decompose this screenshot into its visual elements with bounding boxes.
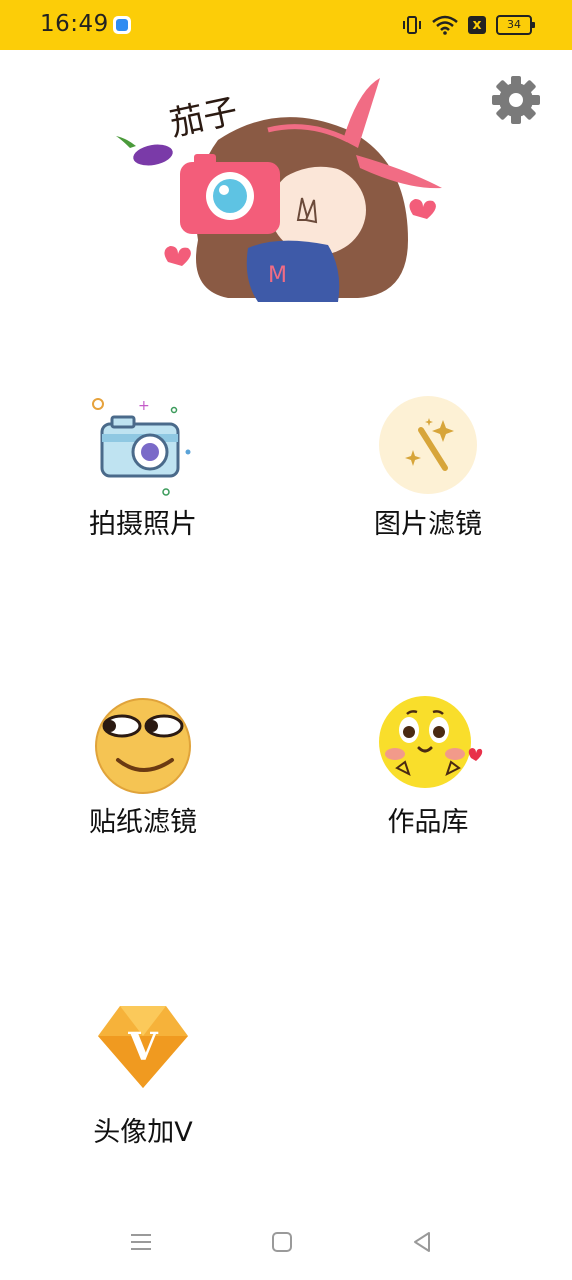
system-navigation-bar: [0, 1205, 572, 1280]
back-icon[interactable]: [407, 1227, 437, 1257]
svg-text:M: M: [268, 263, 287, 288]
svg-text:+: +: [138, 398, 150, 414]
status-indicators: x 34: [402, 13, 535, 37]
status-bar: 16:49 x 34: [0, 0, 572, 50]
smug-emoji-icon: [95, 698, 191, 794]
sticker-filter-tile[interactable]: 贴纸滤镜: [53, 688, 233, 839]
gallery-tile[interactable]: 作品库: [338, 688, 518, 839]
feature-label: 作品库: [387, 807, 469, 838]
home-icon[interactable]: [267, 1227, 297, 1257]
wifi-icon: [432, 15, 458, 35]
magic-wand-icon: [405, 418, 454, 471]
feature-label: 头像加V: [93, 1117, 193, 1148]
take-photo-tile[interactable]: + 拍摄照片: [53, 390, 233, 541]
notification-app-icon: [113, 16, 131, 34]
battery-icon: 34: [496, 15, 535, 35]
feature-label: 贴纸滤镜: [89, 807, 197, 838]
menu-icon[interactable]: [126, 1227, 156, 1257]
blushing-emoji-icon: [379, 696, 483, 788]
avatar-v-tile[interactable]: V 头像加V: [53, 998, 233, 1149]
gear-icon[interactable]: [490, 74, 542, 126]
mute-icon: x: [468, 16, 486, 34]
feature-label: 拍摄照片: [89, 509, 197, 540]
image-filter-tile[interactable]: 图片滤镜: [338, 390, 518, 541]
v-diamond-icon: V: [98, 1006, 188, 1088]
feature-label: 图片滤镜: [374, 509, 482, 540]
vibrate-icon: [403, 16, 421, 34]
girl-camera-banner: M 茄子: [116, 78, 442, 302]
svg-text:V: V: [127, 1024, 159, 1069]
status-time: 16:49: [40, 11, 109, 37]
camera-icon: +: [92, 398, 191, 496]
